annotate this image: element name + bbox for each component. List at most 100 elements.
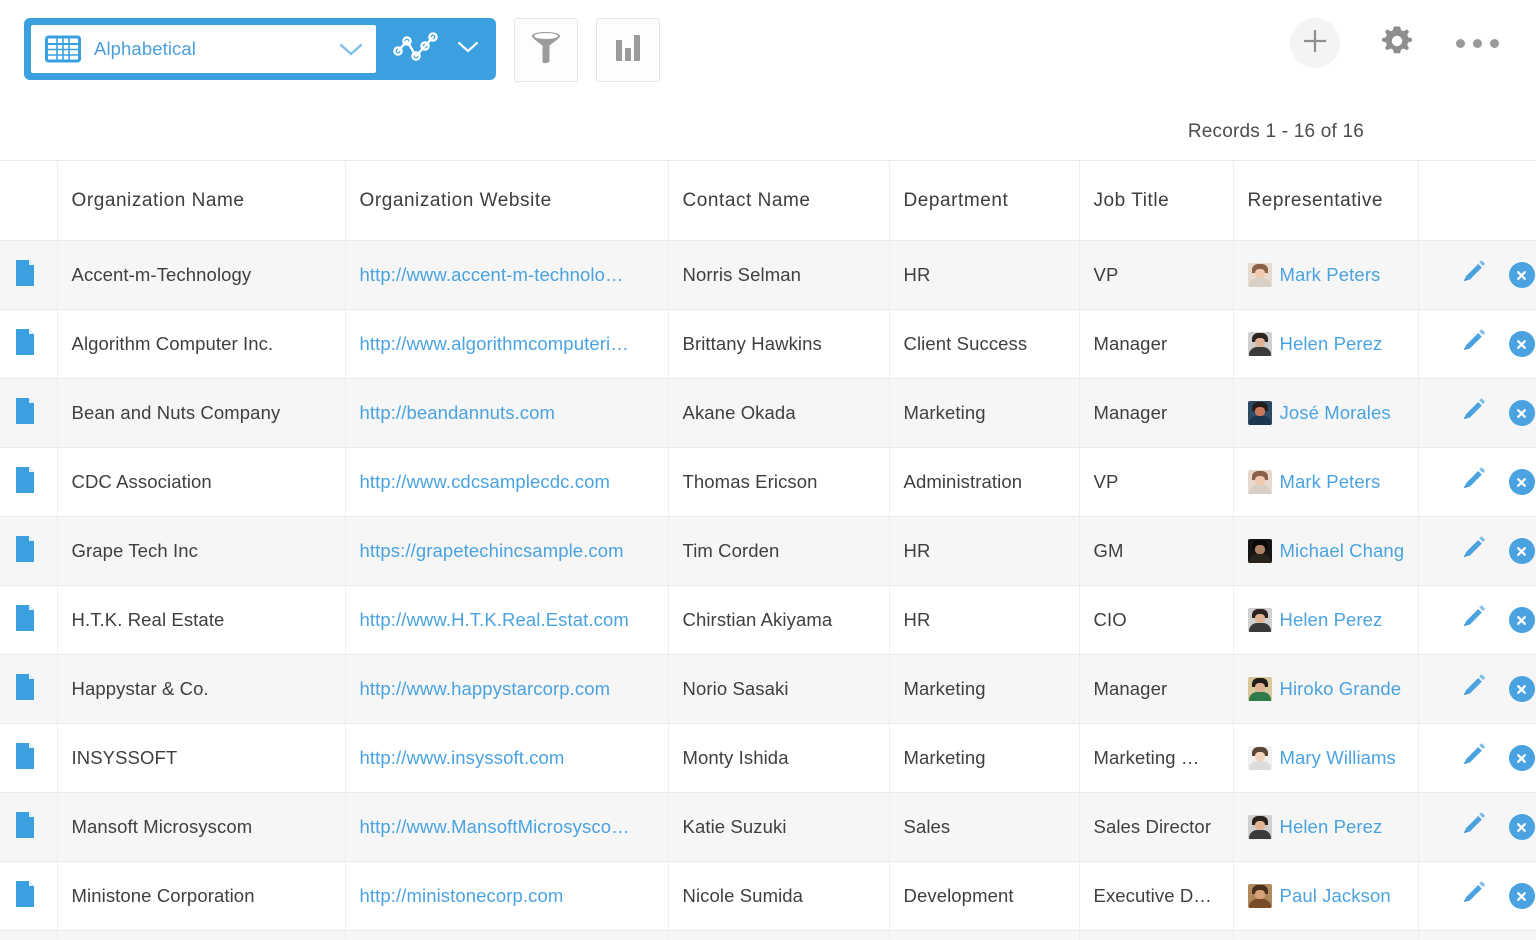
column-header-representative[interactable]: Representative xyxy=(1233,160,1419,241)
document-icon[interactable] xyxy=(14,328,36,356)
cell-representative[interactable]: Mark Peters xyxy=(1233,447,1419,517)
pencil-edit-icon[interactable] xyxy=(1461,742,1487,774)
table-row[interactable]: Mansoft Microsyscom http://www.MansoftMic… xyxy=(0,792,1536,862)
delete-circle-x-icon[interactable] xyxy=(1508,676,1535,702)
table-row[interactable]: CDC Association http://www.cdcsamplecdc.c… xyxy=(0,447,1536,517)
column-header-job-title[interactable]: Job Title xyxy=(1079,160,1234,241)
organization-website-link[interactable]: http://www.H.T.K.Real.Estat.com xyxy=(360,609,629,630)
delete-circle-x-icon[interactable] xyxy=(1508,745,1535,771)
table-row[interactable]: Grape Tech Inc https://grapetechincsample… xyxy=(0,516,1536,586)
cell-representative[interactable]: Helen Perez xyxy=(1233,792,1419,862)
pencil-edit-icon[interactable] xyxy=(1461,259,1487,291)
table-row[interactable] xyxy=(0,930,1536,940)
pencil-edit-icon[interactable] xyxy=(1461,397,1487,429)
organization-website-link[interactable]: http://www.algorithmcomputeri… xyxy=(360,333,629,354)
cell-representative[interactable]: Mark Peters xyxy=(1233,240,1419,310)
filter-button[interactable] xyxy=(514,18,578,82)
delete-circle-x-icon[interactable] xyxy=(1508,538,1535,564)
representative-link[interactable]: Helen Perez xyxy=(1280,816,1383,838)
pencil-edit-icon[interactable] xyxy=(1461,466,1487,498)
representative-link[interactable]: Mark Peters xyxy=(1280,264,1381,286)
column-header-organization-website[interactable]: Organization Website xyxy=(345,160,669,241)
cell-organization-website[interactable] xyxy=(345,930,669,940)
delete-circle-x-icon[interactable] xyxy=(1508,607,1535,633)
table-row[interactable]: Happystar & Co. http://www.happystarcorp.… xyxy=(0,654,1536,724)
representative-link[interactable]: Mary Williams xyxy=(1280,747,1396,769)
document-icon[interactable] xyxy=(14,259,36,287)
organization-website-link[interactable]: http://beandannuts.com xyxy=(360,402,556,423)
view-selector[interactable]: Alphabetical xyxy=(24,18,496,80)
add-button[interactable] xyxy=(1290,18,1340,68)
organization-website-link[interactable]: http://www.insyssoft.com xyxy=(360,747,565,768)
organization-website-link[interactable]: http://www.MansoftMicrosysco… xyxy=(360,816,630,837)
cell-organization-website[interactable]: http://ministonecorp.com xyxy=(345,861,669,931)
table-row[interactable]: Bean and Nuts Company http://beandannuts.… xyxy=(0,378,1536,448)
document-icon[interactable] xyxy=(14,604,36,632)
delete-circle-x-icon[interactable] xyxy=(1508,469,1535,495)
document-icon[interactable] xyxy=(14,673,36,701)
table-row[interactable]: INSYSSOFT http://www.insyssoft.com Monty I… xyxy=(0,723,1536,793)
row-document-icon-cell[interactable] xyxy=(0,447,58,517)
representative-link[interactable]: Paul Jackson xyxy=(1280,885,1391,907)
row-document-icon-cell[interactable] xyxy=(0,723,58,793)
representative-link[interactable]: Helen Perez xyxy=(1280,333,1383,355)
pencil-edit-icon[interactable] xyxy=(1461,880,1487,912)
cell-organization-website[interactable]: http://www.MansoftMicrosysco… xyxy=(345,792,669,862)
pencil-edit-icon[interactable] xyxy=(1461,535,1487,567)
cell-representative[interactable]: Helen Perez xyxy=(1233,309,1419,379)
organization-website-link[interactable]: http://www.happystarcorp.com xyxy=(360,678,611,699)
cell-organization-website[interactable]: http://www.happystarcorp.com xyxy=(345,654,669,724)
representative-link[interactable]: Michael Chang xyxy=(1280,540,1405,562)
cell-organization-website[interactable]: http://www.accent-m-technolo… xyxy=(345,240,669,310)
chart-view-toggle[interactable] xyxy=(376,18,496,80)
document-icon[interactable] xyxy=(14,397,36,425)
cell-representative[interactable]: Hiroko Grande xyxy=(1233,654,1419,724)
chevron-down-icon[interactable] xyxy=(456,40,480,59)
cell-organization-website[interactable]: http://beandannuts.com xyxy=(345,378,669,448)
delete-circle-x-icon[interactable] xyxy=(1508,883,1535,909)
organization-website-link[interactable]: https://grapetechincsample.com xyxy=(360,540,624,561)
representative-link[interactable]: Hiroko Grande xyxy=(1280,678,1402,700)
representative-link[interactable]: Helen Perez xyxy=(1280,609,1383,631)
column-header-contact-name[interactable]: Contact Name xyxy=(668,160,890,241)
cell-representative[interactable]: José Morales xyxy=(1233,378,1419,448)
representative-link[interactable]: Mark Peters xyxy=(1280,471,1381,493)
chart-button[interactable] xyxy=(596,18,660,82)
cell-organization-website[interactable]: http://www.insyssoft.com xyxy=(345,723,669,793)
delete-circle-x-icon[interactable] xyxy=(1508,331,1535,357)
column-header-organization-name[interactable]: Organization Name xyxy=(57,160,346,241)
cell-organization-website[interactable]: http://www.algorithmcomputeri… xyxy=(345,309,669,379)
cell-representative[interactable]: Michael Chang xyxy=(1233,516,1419,586)
pencil-edit-icon[interactable] xyxy=(1461,673,1487,705)
cell-representative[interactable] xyxy=(1233,930,1419,940)
document-icon[interactable] xyxy=(14,535,36,563)
cell-organization-website[interactable]: http://www.cdcsamplecdc.com xyxy=(345,447,669,517)
table-row[interactable]: Accent-m-Technology http://www.accent-m-t… xyxy=(0,240,1536,310)
representative-link[interactable]: José Morales xyxy=(1280,402,1391,424)
cell-representative[interactable]: Paul Jackson xyxy=(1233,861,1419,931)
row-document-icon-cell[interactable] xyxy=(0,309,58,379)
document-icon[interactable] xyxy=(14,811,36,839)
row-document-icon-cell[interactable] xyxy=(0,585,58,655)
more-button[interactable] xyxy=(1454,20,1500,66)
row-document-icon-cell[interactable] xyxy=(0,378,58,448)
row-document-icon-cell[interactable] xyxy=(0,516,58,586)
chevron-down-icon[interactable] xyxy=(338,41,364,57)
cell-organization-website[interactable]: https://grapetechincsample.com xyxy=(345,516,669,586)
row-document-icon-cell[interactable] xyxy=(0,240,58,310)
table-row[interactable]: Ministone Corporation http://ministonecor… xyxy=(0,861,1536,931)
row-document-icon-cell[interactable] xyxy=(0,792,58,862)
cell-representative[interactable]: Helen Perez xyxy=(1233,585,1419,655)
cell-organization-website[interactable]: http://www.H.T.K.Real.Estat.com xyxy=(345,585,669,655)
row-document-icon-cell[interactable] xyxy=(0,861,58,931)
pencil-edit-icon[interactable] xyxy=(1461,811,1487,843)
cell-representative[interactable]: Mary Williams xyxy=(1233,723,1419,793)
delete-circle-x-icon[interactable] xyxy=(1508,400,1535,426)
document-icon[interactable] xyxy=(14,466,36,494)
table-row[interactable]: Algorithm Computer Inc. http://www.algori… xyxy=(0,309,1536,379)
organization-website-link[interactable]: http://ministonecorp.com xyxy=(360,885,564,906)
column-header-department[interactable]: Department xyxy=(889,160,1080,241)
view-name-dropdown[interactable]: Alphabetical xyxy=(31,25,376,73)
delete-circle-x-icon[interactable] xyxy=(1508,262,1535,288)
row-document-icon-cell[interactable] xyxy=(0,654,58,724)
